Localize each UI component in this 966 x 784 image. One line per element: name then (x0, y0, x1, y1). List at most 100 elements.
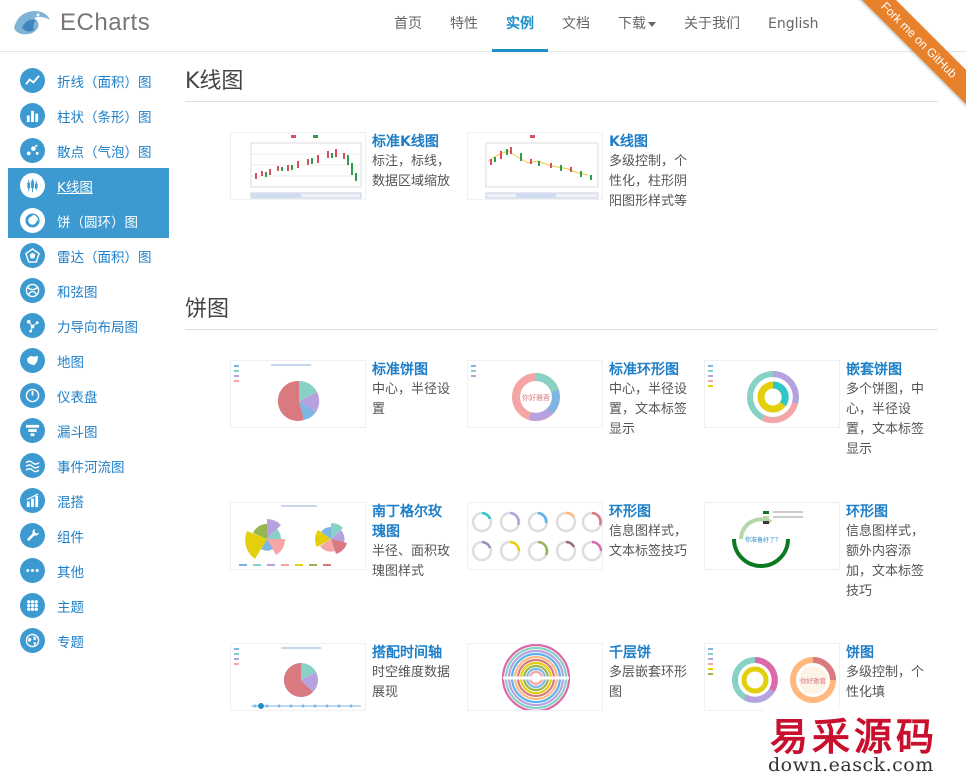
example-description: 标注，标线，数据区域缩放 (372, 154, 451, 189)
sidebar-item-label: 雷达（面积）图 (57, 249, 152, 266)
pie-custom-thumbnail[interactable]: 你好雅蓉 (704, 643, 840, 711)
candlestick-standard-thumbnail[interactable] (230, 132, 366, 200)
chord-chart-icon (20, 278, 45, 303)
sidebar-item-label: 力导向布局图 (57, 319, 138, 336)
watermark-url: down.easck.com (768, 754, 934, 776)
sidebar-item-components[interactable]: 组件 (8, 518, 169, 553)
example-card[interactable]: K线图 多级控制，个性化，柱形阴阳图形样式等 (467, 132, 697, 242)
example-card[interactable]: 千层饼 多层嵌套环形图 (467, 643, 697, 753)
example-description: 多层嵌套环形图 (609, 665, 688, 700)
sidebar-item-event-river[interactable]: 事件河流图 (8, 448, 169, 483)
nav-home[interactable]: 首页 (380, 0, 436, 52)
example-title[interactable]: 标准环形图 (609, 360, 691, 380)
pie-timeline-preview (234, 647, 361, 709)
nav-features[interactable]: 特性 (436, 0, 492, 52)
candlestick-custom-preview (485, 135, 599, 199)
brand-logo[interactable]: ECharts (12, 6, 150, 40)
bar-chart-icon (20, 103, 45, 128)
nav-docs[interactable]: 文档 (548, 0, 604, 52)
pie-timeline-thumbnail[interactable] (230, 643, 366, 711)
example-card[interactable]: 你好雅蓉 标准环形图 中心，半径设置，文本标签显示 (467, 360, 697, 470)
donut-ring-extra-preview: 你准备好了？ (732, 511, 803, 568)
example-title[interactable]: 标准饼图 (372, 360, 454, 380)
nightingale-rose-thumbnail[interactable] (230, 502, 366, 570)
nav-download[interactable]: 下载 (604, 0, 670, 52)
donut-ring-extra-thumbnail[interactable]: 你准备好了？ (704, 502, 840, 570)
sidebar-item-label: 仪表盘 (57, 389, 98, 406)
example-title[interactable]: 饼图 (846, 643, 928, 663)
example-description: 中心，半径设置 (372, 382, 451, 417)
donut-infographic-thumbnail[interactable] (467, 502, 603, 570)
example-description: 中心，半径设置，文本标签显示 (609, 382, 688, 437)
example-card[interactable]: 标准K线图 标注，标线，数据区域缩放 (230, 132, 460, 242)
map-icon (20, 348, 45, 373)
sidebar-item-topics[interactable]: 专题 (8, 623, 169, 658)
chevron-down-icon (648, 21, 656, 27)
pie-nested-thumbnail[interactable] (704, 360, 840, 428)
sidebar-item-label: 专题 (57, 634, 84, 651)
pie-multilayer-preview (501, 644, 571, 710)
example-card[interactable]: 南丁格尔玫瑰图 半径、面积玫瑰图样式 (230, 502, 460, 612)
theme-icon (20, 593, 45, 618)
chart-category-sidebar: 折线（面积）图 柱状（条形）图 散点（气泡）图 K线图 饼（圆环）图 雷达（面积… (8, 63, 169, 658)
candlestick-icon (20, 173, 45, 198)
sidebar-item-scatter[interactable]: 散点（气泡）图 (8, 133, 169, 168)
pie-multilayer-thumbnail[interactable] (467, 643, 603, 711)
gauge-icon (20, 383, 45, 408)
example-card[interactable]: 你准备好了？ 环形图 信息图样式，额外内容添加，文本标签技巧 (704, 502, 934, 612)
sidebar-item-label: 组件 (57, 529, 84, 546)
sidebar-item-label: 饼（圆环）图 (57, 214, 138, 231)
sidebar-item-label: 散点（气泡）图 (57, 144, 152, 161)
example-title[interactable]: K线图 (609, 132, 691, 152)
candlestick-custom-thumbnail[interactable] (467, 132, 603, 200)
example-title[interactable]: 千层饼 (609, 643, 691, 663)
example-title[interactable]: 环形图 (609, 502, 691, 522)
sidebar-item-candlestick[interactable]: K线图 (8, 168, 169, 203)
donut-infographic-preview (471, 511, 602, 562)
donut-standard-thumbnail[interactable]: 你好雅蓉 (467, 360, 603, 428)
donut-standard-preview: 你好雅蓉 (471, 365, 560, 421)
example-title[interactable]: 搭配时间轴 (372, 643, 454, 663)
examples-content: K线图 标准K线图 标注，标线，数据区域缩放 K线图 多级控制，个性化，柱形阴阳… (185, 60, 938, 760)
sidebar-item-label: 柱状（条形）图 (57, 109, 152, 126)
sidebar-item-label: 其他 (57, 564, 84, 581)
sidebar-item-bar[interactable]: 柱状（条形）图 (8, 98, 169, 133)
wrench-icon (20, 523, 45, 548)
sidebar-item-funnel[interactable]: 漏斗图 (8, 413, 169, 448)
example-description: 信息图样式，文本标签技巧 (609, 524, 688, 559)
site-watermark: 易采源码 down.easck.com (764, 706, 966, 784)
sidebar-item-label: 折线（面积）图 (57, 74, 152, 91)
nav-english[interactable]: English (754, 0, 833, 52)
example-title[interactable]: 南丁格尔玫瑰图 (372, 502, 454, 542)
sidebar-item-radar[interactable]: 雷达（面积）图 (8, 238, 169, 273)
nav-about[interactable]: 关于我们 (670, 0, 754, 52)
example-card[interactable]: 标准饼图 中心，半径设置 (230, 360, 460, 470)
pie-custom-preview: 你好雅蓉 (708, 648, 836, 703)
line-chart-icon (20, 68, 45, 93)
globe-icon (20, 628, 45, 653)
sidebar-item-other[interactable]: 其他 (8, 553, 169, 588)
nav-examples[interactable]: 实例 (492, 0, 548, 52)
sidebar-item-mixed[interactable]: 混搭 (8, 483, 169, 518)
example-title[interactable]: 嵌套饼图 (846, 360, 928, 380)
example-card[interactable]: 环形图 信息图样式，文本标签技巧 (467, 502, 697, 612)
sidebar-item-label: 事件河流图 (57, 459, 125, 476)
sidebar-item-chord[interactable]: 和弦图 (8, 273, 169, 308)
pie-nested-preview (708, 365, 799, 424)
sidebar-item-force[interactable]: 力导向布局图 (8, 308, 169, 343)
mixed-chart-icon (20, 488, 45, 513)
radar-chart-icon (20, 243, 45, 268)
event-river-icon (20, 453, 45, 478)
example-card[interactable]: 嵌套饼图 多个饼图，中心，半径设置，文本标签显示 (704, 360, 934, 470)
example-card[interactable]: 搭配时间轴 时空维度数据展现 (230, 643, 460, 753)
sidebar-item-gauge[interactable]: 仪表盘 (8, 378, 169, 413)
sidebar-item-line[interactable]: 折线（面积）图 (8, 63, 169, 98)
example-title[interactable]: 标准K线图 (372, 132, 454, 152)
sidebar-item-map[interactable]: 地图 (8, 343, 169, 378)
pie-chart-icon (20, 208, 45, 233)
nightingale-rose-preview (239, 505, 347, 566)
sidebar-item-theme[interactable]: 主题 (8, 588, 169, 623)
example-title[interactable]: 环形图 (846, 502, 928, 522)
pie-standard-thumbnail[interactable] (230, 360, 366, 428)
sidebar-item-pie[interactable]: 饼（圆环）图 (8, 203, 169, 238)
